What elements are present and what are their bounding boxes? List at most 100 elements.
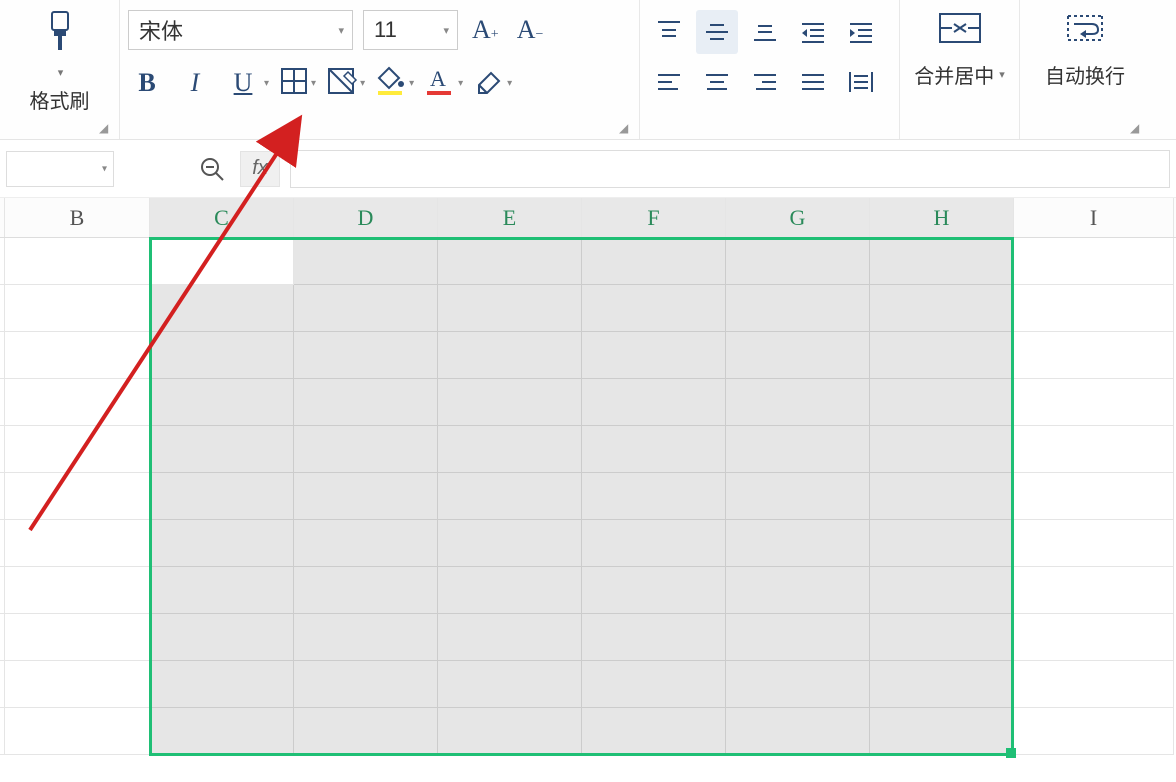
cell[interactable] (294, 238, 438, 285)
font-size-select[interactable]: 11 ▾ (363, 10, 458, 50)
decrease-indent-button[interactable] (792, 10, 834, 54)
cell[interactable] (150, 567, 294, 614)
cell[interactable] (726, 661, 870, 708)
format-painter-button[interactable]: ▾ 格式刷 (30, 10, 90, 114)
cell[interactable] (870, 708, 1014, 755)
cell[interactable] (294, 426, 438, 473)
merge-center-button[interactable]: 合并居中 ▾ (914, 10, 1005, 89)
justify-button[interactable] (792, 60, 834, 104)
cell[interactable] (150, 285, 294, 332)
cell[interactable] (582, 708, 726, 755)
cell[interactable] (438, 614, 582, 661)
fill-color-button[interactable]: ▾ (375, 66, 414, 101)
cell[interactable] (438, 661, 582, 708)
align-center-button[interactable] (696, 60, 738, 104)
cell[interactable] (870, 379, 1014, 426)
cell[interactable] (1014, 426, 1174, 473)
cell[interactable] (582, 614, 726, 661)
cell[interactable] (870, 473, 1014, 520)
cell[interactable] (1014, 567, 1174, 614)
cell[interactable] (5, 332, 150, 379)
cell[interactable] (582, 567, 726, 614)
cell[interactable] (582, 520, 726, 567)
borders-button[interactable]: ▾ (279, 66, 316, 101)
cell[interactable] (726, 520, 870, 567)
cell[interactable] (870, 614, 1014, 661)
cell[interactable] (1014, 473, 1174, 520)
cell[interactable] (438, 285, 582, 332)
col-header-i[interactable]: I (1014, 198, 1174, 237)
cell[interactable] (438, 708, 582, 755)
cell[interactable] (726, 238, 870, 285)
cell[interactable] (1014, 238, 1174, 285)
cell[interactable] (438, 473, 582, 520)
cell[interactable] (294, 708, 438, 755)
col-header-f[interactable]: F (582, 198, 726, 237)
cell[interactable] (438, 567, 582, 614)
cell[interactable] (870, 661, 1014, 708)
cell[interactable] (5, 520, 150, 567)
cell[interactable] (1014, 661, 1174, 708)
cell[interactable] (582, 285, 726, 332)
cell[interactable] (438, 332, 582, 379)
cell[interactable] (5, 567, 150, 614)
cell[interactable] (150, 332, 294, 379)
align-middle-button[interactable] (696, 10, 738, 54)
col-header-b[interactable]: B (5, 198, 150, 237)
cell[interactable] (582, 661, 726, 708)
cell[interactable] (5, 708, 150, 755)
col-header-c[interactable]: C (150, 198, 294, 237)
cell[interactable] (150, 520, 294, 567)
cell[interactable] (294, 614, 438, 661)
cell[interactable] (294, 567, 438, 614)
cell[interactable] (5, 473, 150, 520)
name-box[interactable]: ▾ (6, 151, 114, 187)
cell[interactable] (150, 238, 294, 285)
cell[interactable] (1014, 520, 1174, 567)
increase-indent-button[interactable] (840, 10, 882, 54)
cell[interactable] (726, 473, 870, 520)
cell[interactable] (1014, 285, 1174, 332)
cell[interactable] (726, 426, 870, 473)
cell[interactable] (150, 426, 294, 473)
cell[interactable] (870, 238, 1014, 285)
bold-button[interactable]: B (128, 64, 166, 102)
cell[interactable] (870, 332, 1014, 379)
cell[interactable] (870, 520, 1014, 567)
fx-button[interactable]: fx (240, 151, 280, 187)
cell[interactable] (150, 379, 294, 426)
cell[interactable] (5, 426, 150, 473)
distribute-button[interactable] (840, 60, 882, 104)
cell[interactable] (726, 285, 870, 332)
font-name-select[interactable]: 宋体 ▾ (128, 10, 353, 50)
col-header-g[interactable]: G (726, 198, 870, 237)
cell[interactable] (438, 520, 582, 567)
wrap-text-button[interactable]: 自动换行 (1045, 10, 1125, 89)
cell[interactable] (1014, 379, 1174, 426)
cell[interactable] (726, 614, 870, 661)
dialog-launcher-icon[interactable]: ◢ (619, 121, 633, 135)
cell[interactable] (870, 567, 1014, 614)
cell[interactable] (294, 379, 438, 426)
align-bottom-button[interactable] (744, 10, 786, 54)
cell[interactable] (294, 661, 438, 708)
align-top-button[interactable] (648, 10, 690, 54)
align-left-button[interactable] (648, 60, 690, 104)
cell[interactable] (438, 379, 582, 426)
decrease-font-size-button[interactable]: A− (513, 15, 548, 45)
cell[interactable] (150, 661, 294, 708)
cell[interactable] (726, 708, 870, 755)
formula-input[interactable] (290, 150, 1170, 188)
cell[interactable] (582, 238, 726, 285)
cell[interactable] (870, 426, 1014, 473)
align-right-button[interactable] (744, 60, 786, 104)
cell[interactable] (294, 520, 438, 567)
cell[interactable] (1014, 332, 1174, 379)
cell[interactable] (150, 473, 294, 520)
cell[interactable] (150, 614, 294, 661)
cell[interactable] (726, 332, 870, 379)
col-header-e[interactable]: E (438, 198, 582, 237)
dialog-launcher-icon[interactable]: ◢ (99, 121, 113, 135)
font-color-button[interactable]: A ▾ (424, 66, 463, 101)
cell[interactable] (294, 285, 438, 332)
